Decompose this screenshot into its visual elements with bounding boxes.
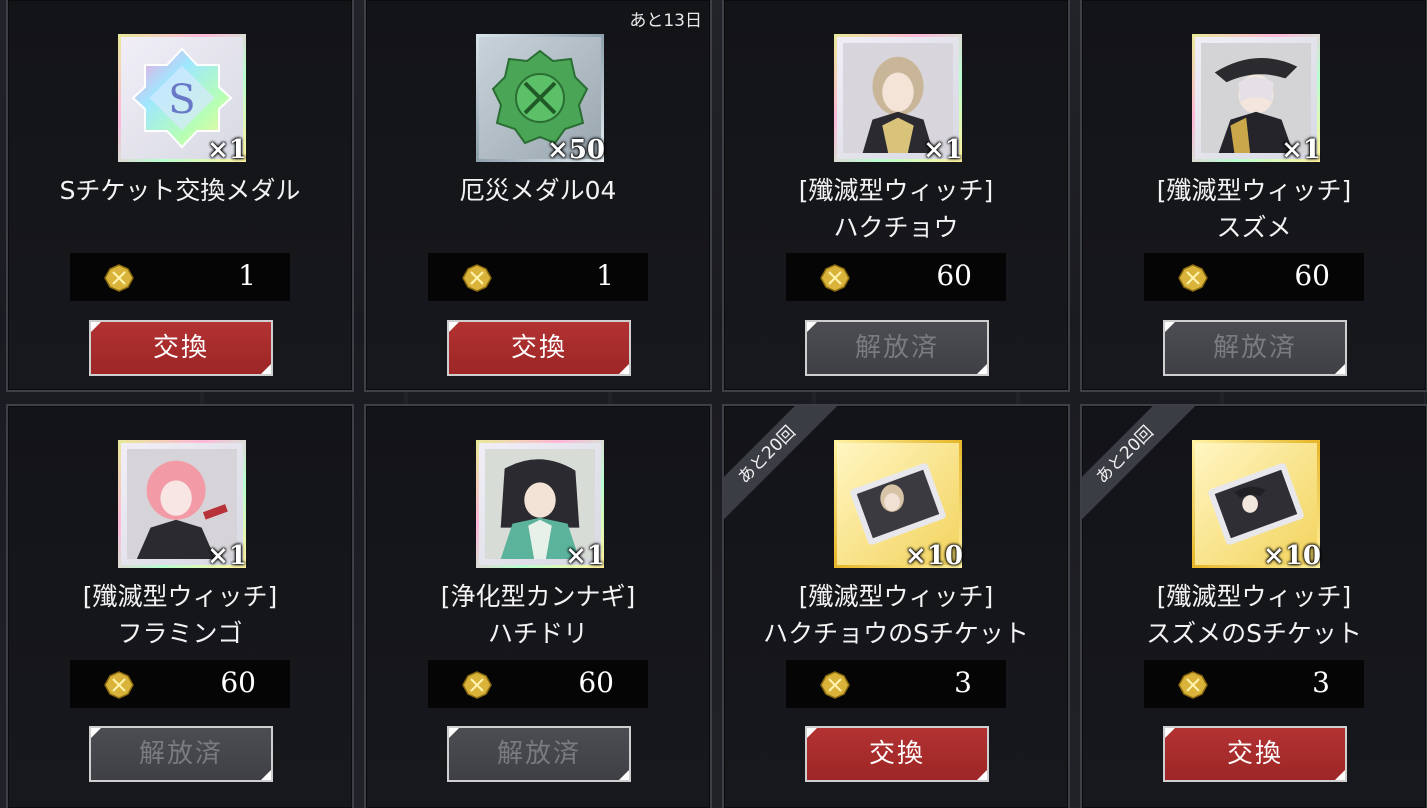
price-box: 60: [70, 660, 290, 708]
item-price: 60: [578, 666, 614, 699]
item-price: 60: [220, 666, 256, 699]
item-icon-frame: ×10: [834, 440, 963, 571]
item-price: 60: [1294, 259, 1330, 292]
item-name-line2: ハクチョウのSチケット: [763, 619, 1029, 648]
shop-item-card: ×1 [浄化型カンナギ] ハチドリ 60 解放済: [364, 404, 712, 808]
released-button: 解放済: [1163, 320, 1347, 376]
price-box: 1: [428, 253, 648, 301]
item-icon-frame: ×50: [476, 34, 605, 165]
released-button: 解放済: [447, 726, 631, 782]
item-name: Sチケット交換メダル: [8, 172, 352, 209]
item-price: 1: [238, 259, 256, 292]
coin-icon: [462, 671, 492, 699]
item-name-line1: Sチケット交換メダル: [59, 176, 301, 205]
item-quantity: ×50: [547, 135, 605, 165]
price-box: 60: [1144, 253, 1364, 301]
item-quantity: ×10: [905, 541, 963, 571]
shop-item-card: ×1 [殲滅型ウィッチ] ハクチョウ 60 解放済: [722, 0, 1070, 392]
item-name: [浄化型カンナギ] ハチドリ: [366, 578, 710, 652]
price-box: 60: [786, 253, 1006, 301]
item-price: 3: [1312, 666, 1330, 699]
shop-item-card: あと20回 ×10 [殲滅型ウィッチ] ハクチョウのSチケット 3 交換: [722, 404, 1070, 808]
item-name-line2: ハチドリ: [487, 619, 588, 648]
item-icon-frame: ×1: [118, 440, 247, 571]
item-quantity: ×1: [1281, 135, 1321, 165]
remaining-count-ribbon: あと20回: [724, 406, 838, 526]
item-name-line1: [殲滅型ウィッチ]: [1156, 176, 1352, 205]
shop-grid: S ×1 Sチケット交換メダル 1 交換 あと13日 ×50 厄災メダル04 1…: [4, 0, 1427, 808]
item-icon-frame: ×10: [1192, 440, 1321, 571]
coin-icon: [1178, 264, 1208, 292]
exchange-button[interactable]: 交換: [805, 726, 989, 782]
coin-icon: [104, 264, 134, 292]
item-name-line1: [殲滅型ウィッチ]: [82, 582, 278, 611]
released-button: 解放済: [805, 320, 989, 376]
svg-text:S: S: [168, 77, 195, 123]
item-price: 3: [954, 666, 972, 699]
item-name: [殲滅型ウィッチ] ハクチョウのSチケット: [724, 578, 1068, 652]
released-button: 解放済: [89, 726, 273, 782]
item-name-line1: [殲滅型ウィッチ]: [798, 582, 994, 611]
item-name-line2: スズメのSチケット: [1146, 619, 1362, 648]
shop-item-card: ×1 [殲滅型ウィッチ] フラミンゴ 60 解放済: [6, 404, 354, 808]
item-name-line1: [殲滅型ウィッチ]: [798, 176, 994, 205]
remaining-count-ribbon: あと20回: [1082, 406, 1196, 526]
coin-icon: [820, 264, 850, 292]
remaining-days: あと13日: [629, 11, 702, 31]
price-box: 3: [1144, 660, 1364, 708]
item-name-line2: ハクチョウ: [833, 213, 959, 242]
shop-item-card: あと20回 ×10 [殲滅型ウィッチ] スズメのSチケット 3 交換: [1080, 404, 1427, 808]
item-name: [殲滅型ウィッチ] スズメ: [1082, 172, 1426, 246]
item-name-line2: フラミンゴ: [117, 619, 243, 648]
item-name-line1: 厄災メダル04: [459, 176, 617, 205]
item-icon-frame: ×1: [476, 440, 605, 571]
item-name-line1: [浄化型カンナギ]: [440, 582, 636, 611]
item-quantity: ×1: [207, 541, 247, 571]
exchange-button[interactable]: 交換: [447, 320, 631, 376]
coin-icon: [462, 264, 492, 292]
price-box: 1: [70, 253, 290, 301]
item-quantity: ×1: [207, 135, 247, 165]
item-price: 60: [936, 259, 972, 292]
exchange-button[interactable]: 交換: [89, 320, 273, 376]
item-name: 厄災メダル04: [366, 172, 710, 209]
item-name-line2: スズメ: [1216, 213, 1292, 242]
shop-item-card: ×1 [殲滅型ウィッチ] スズメ 60 解放済: [1080, 0, 1427, 392]
item-name-line1: [殲滅型ウィッチ]: [1156, 582, 1352, 611]
item-icon-frame: ×1: [1192, 34, 1321, 165]
item-icon-frame: ×1: [834, 34, 963, 165]
item-name: [殲滅型ウィッチ] スズメのSチケット: [1082, 578, 1426, 652]
item-quantity: ×1: [565, 541, 605, 571]
item-icon-frame: S ×1: [118, 34, 247, 165]
item-name: [殲滅型ウィッチ] フラミンゴ: [8, 578, 352, 652]
price-box: 3: [786, 660, 1006, 708]
item-quantity: ×10: [1263, 541, 1321, 571]
shop-item-card: S ×1 Sチケット交換メダル 1 交換: [6, 0, 354, 392]
price-box: 60: [428, 660, 648, 708]
shop-item-card: あと13日 ×50 厄災メダル04 1 交換: [364, 0, 712, 392]
coin-icon: [104, 671, 134, 699]
exchange-button[interactable]: 交換: [1163, 726, 1347, 782]
coin-icon: [820, 671, 850, 699]
item-price: 1: [596, 259, 614, 292]
item-name: [殲滅型ウィッチ] ハクチョウ: [724, 172, 1068, 246]
coin-icon: [1178, 671, 1208, 699]
item-quantity: ×1: [923, 135, 963, 165]
